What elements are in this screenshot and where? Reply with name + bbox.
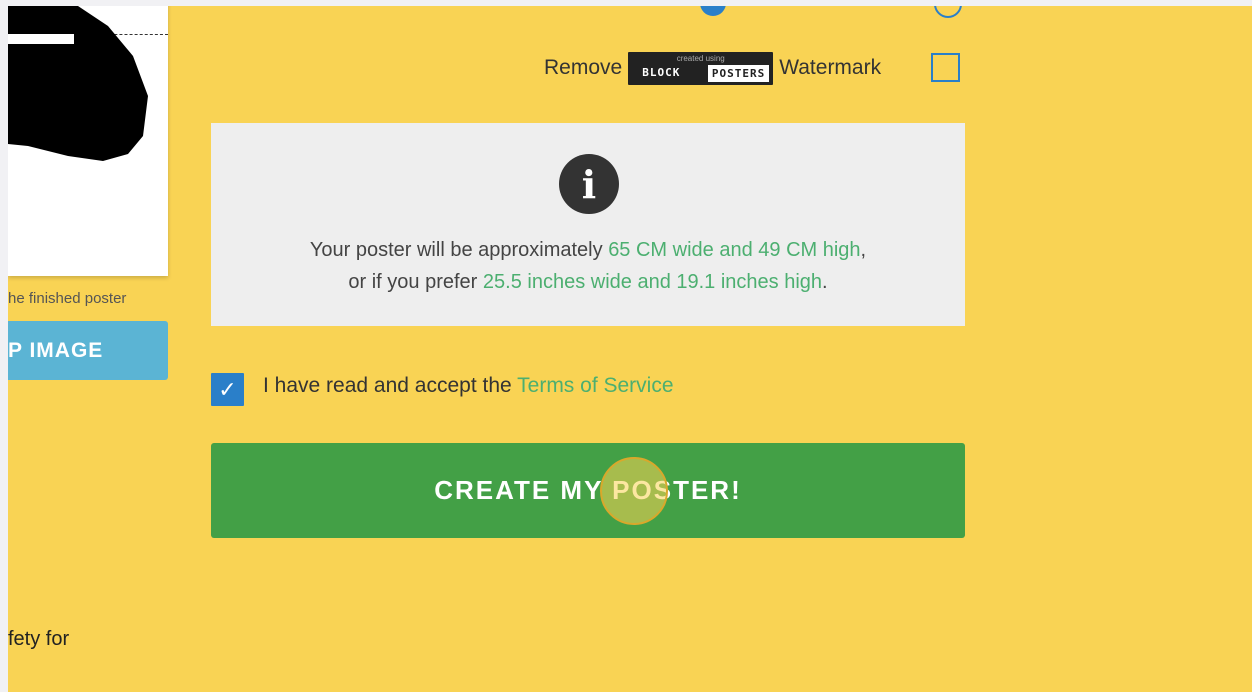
size-inch-suffix: . <box>822 271 828 293</box>
partial-footer-text: fety for <box>8 628 70 650</box>
logo-small-text: created using <box>676 53 725 63</box>
watermark-label: Watermark <box>779 56 882 79</box>
crop-image-button[interactable]: P IMAGE <box>8 321 168 380</box>
radio-button-selected[interactable] <box>700 6 726 16</box>
create-my-poster-button[interactable]: CREATE MY POSTER! <box>211 443 965 538</box>
poster-size-info-box: i Your poster will be approximately 65 C… <box>211 123 965 326</box>
create-button-label: CREATE MY POSTER! <box>434 475 742 505</box>
size-inch-line: or if you prefer 25.5 inches wide and 19… <box>211 271 965 294</box>
size-inch-value: 25.5 inches wide and 19.1 inches high <box>482 271 823 293</box>
size-cm-suffix: , <box>860 239 867 261</box>
blockposters-logo: created using BLOCK POSTERS <box>628 51 774 85</box>
accept-terms-checkbox[interactable]: ✓ <box>211 373 244 406</box>
remove-watermark-checkbox[interactable] <box>931 53 960 82</box>
logo-block-text: BLOCK <box>642 65 681 79</box>
page-frame: he finished poster P IMAGE fety for Remo… <box>8 6 1252 692</box>
size-cm-value: 65 CM wide and 49 CM high <box>608 239 861 261</box>
radio-button-unselected[interactable] <box>934 6 962 18</box>
poster-preview <box>8 6 168 276</box>
size-inch-prefix: or if you prefer <box>348 271 483 293</box>
size-cm-line: Your poster will be approximately 65 CM … <box>211 239 965 262</box>
radio-row-partial <box>8 6 1252 20</box>
flexed-arm-image <box>8 6 148 161</box>
logo-posters-text: POSTERS <box>707 64 770 82</box>
terms-of-service-link[interactable]: Terms of Service <box>517 374 673 397</box>
terms-prefix: I have read and accept the <box>263 374 518 397</box>
crop-button-label: P IMAGE <box>8 338 104 362</box>
remove-watermark-row: Remove created using BLOCK POSTERS Water… <box>544 50 881 86</box>
size-cm-prefix: Your poster will be approximately <box>309 239 609 261</box>
info-icon: i <box>559 154 619 214</box>
click-indicator <box>600 457 668 525</box>
preview-caption: he finished poster <box>8 290 127 307</box>
remove-label: Remove <box>544 56 623 79</box>
terms-label: I have read and accept the Terms of Serv… <box>263 374 674 398</box>
checkmark-icon: ✓ <box>218 376 237 402</box>
